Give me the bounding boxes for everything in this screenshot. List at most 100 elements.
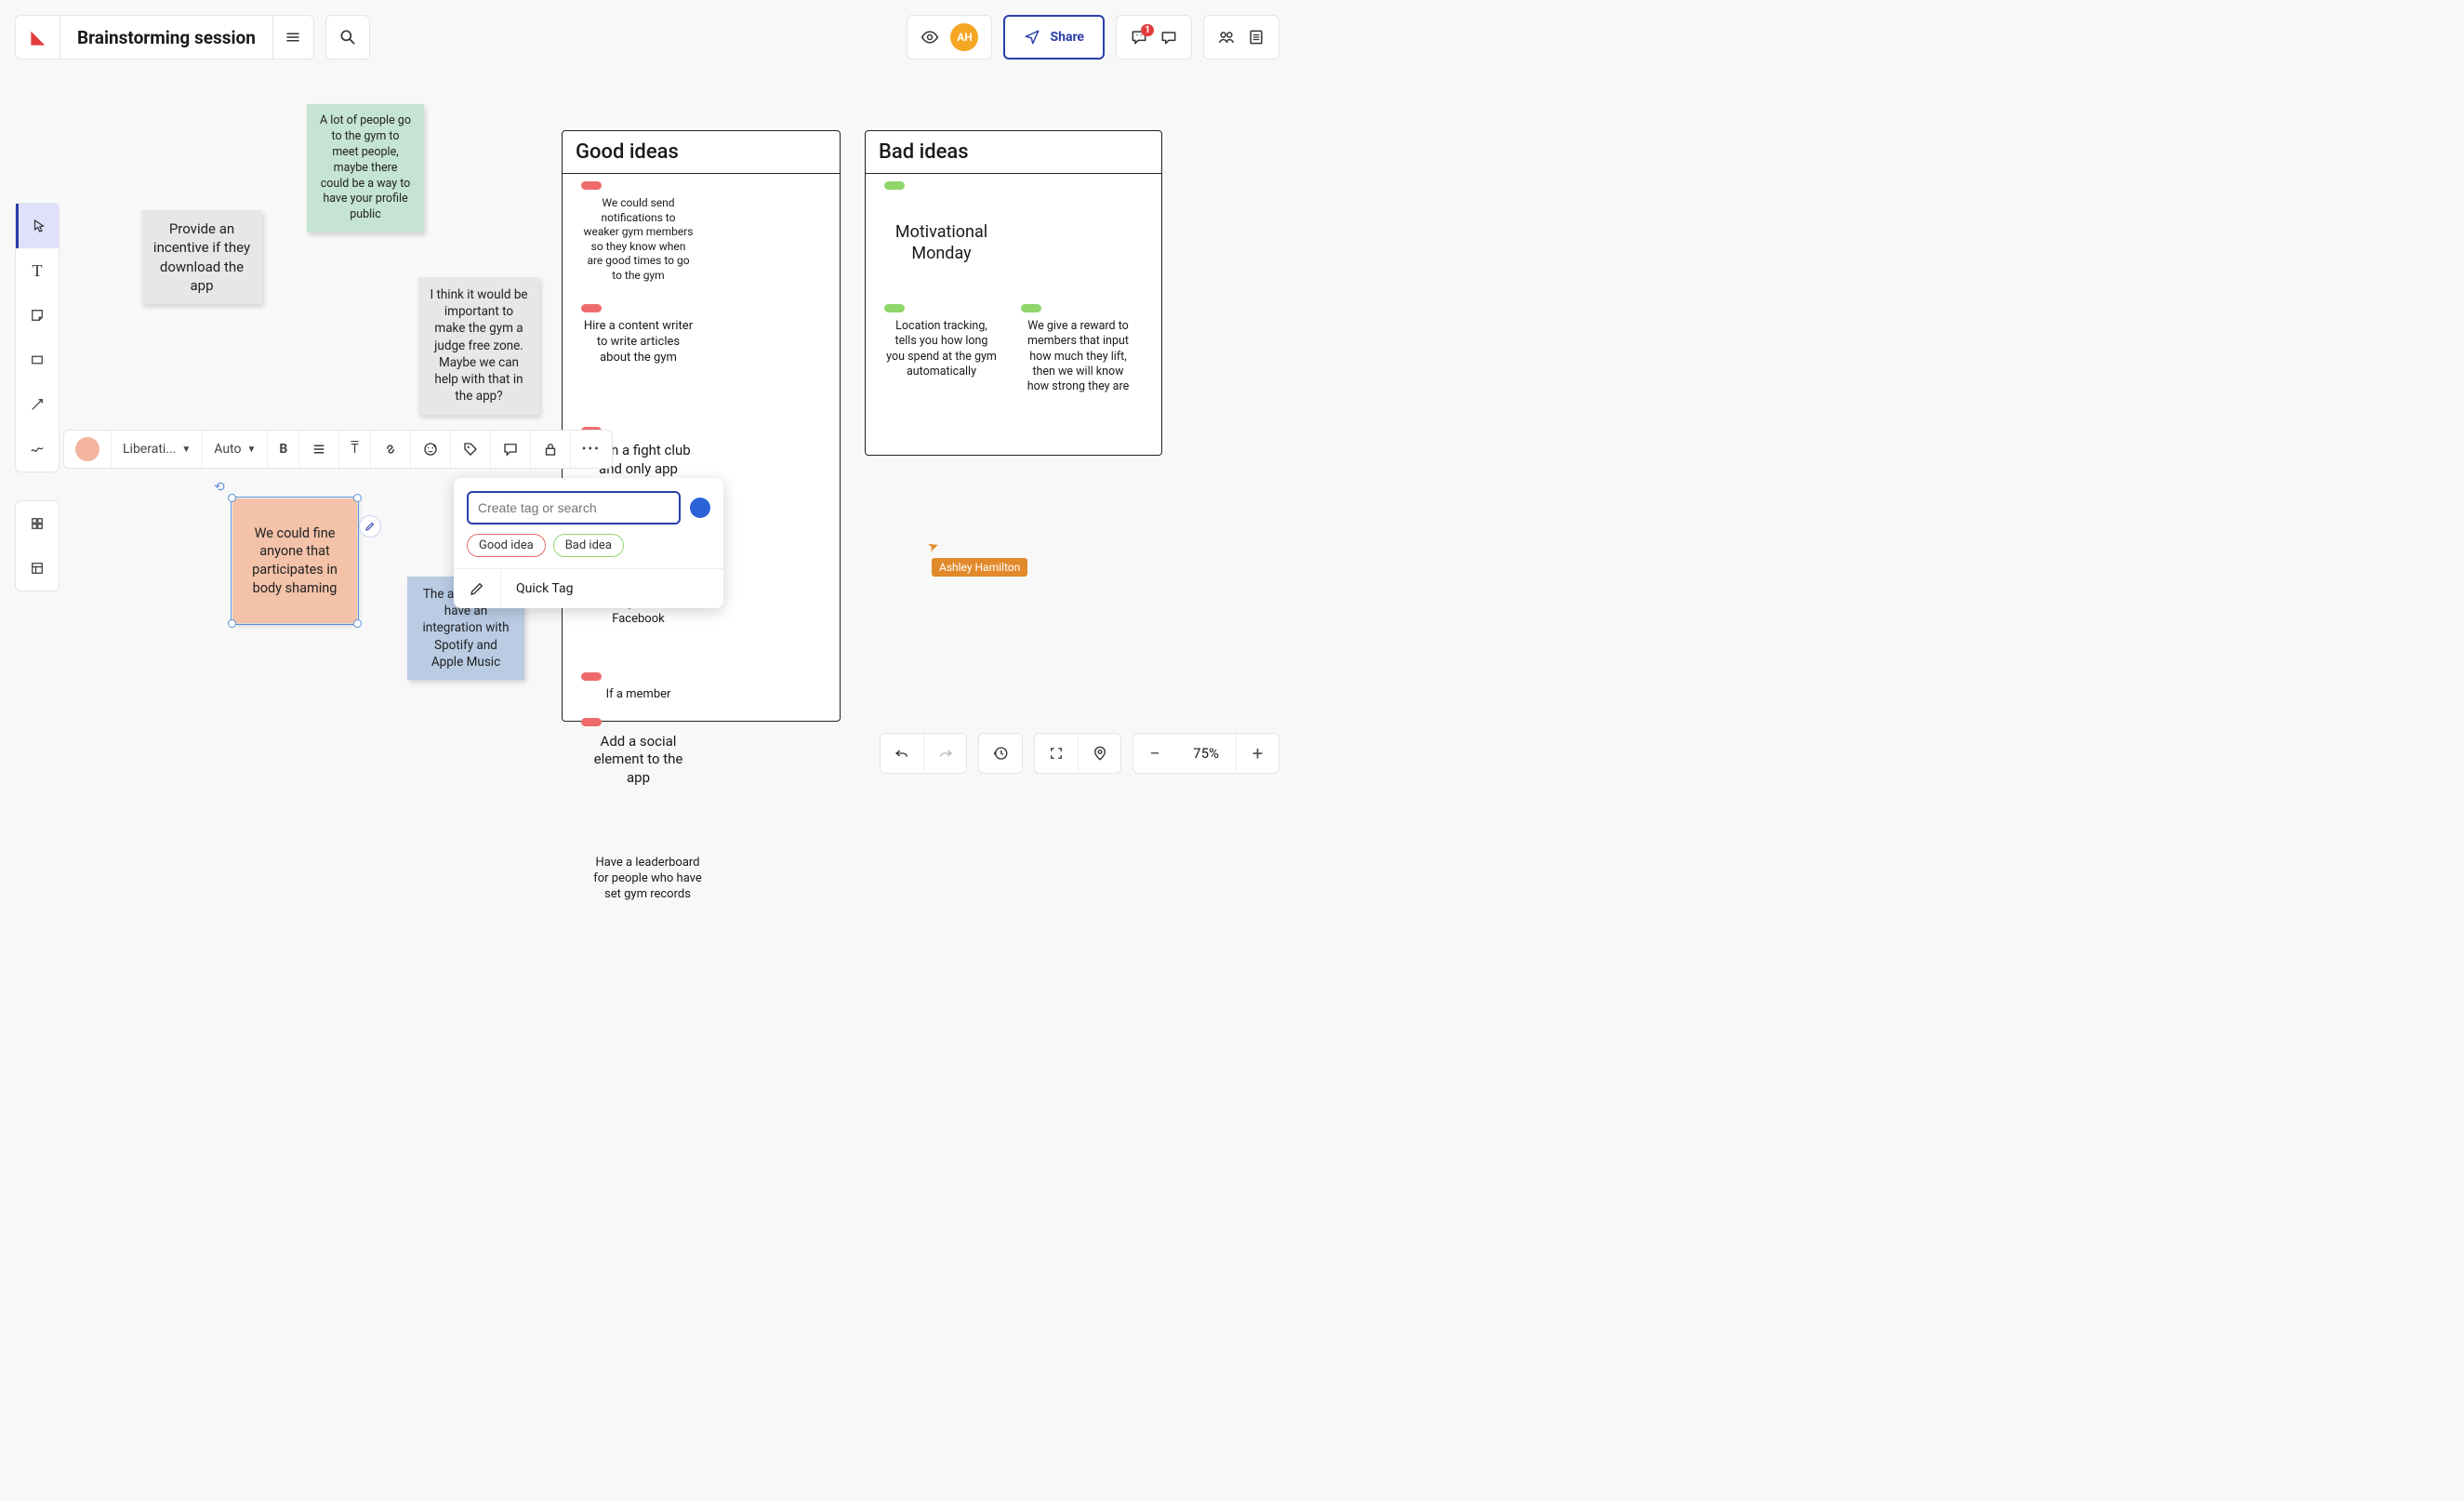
location-button[interactable]: [1078, 734, 1120, 773]
comments-button[interactable]: 1: [1130, 28, 1148, 46]
bottom-controls: − 75% +: [880, 733, 1279, 774]
column-bad-ideas[interactable]: Bad ideas Motivational Monday Location t…: [865, 130, 1162, 456]
column-title[interactable]: Good ideas: [563, 131, 840, 174]
location-pin-icon: [1092, 745, 1108, 762]
tag-chip-good-idea[interactable]: Good idea: [467, 534, 546, 557]
sticky-note[interactable]: We could send notifications to weaker gy…: [576, 187, 701, 299]
board-title[interactable]: Brainstorming session: [60, 27, 272, 48]
draw-tool[interactable]: [16, 427, 59, 472]
history-button[interactable]: [979, 734, 1022, 773]
bold-button[interactable]: B: [268, 431, 299, 468]
sticky-note[interactable]: Motivational Monday: [879, 187, 1004, 299]
size-select[interactable]: Auto▼: [203, 431, 268, 468]
board-menu-button[interactable]: [272, 16, 313, 59]
document-lines-icon[interactable]: [1247, 28, 1265, 46]
plus-icon: +: [1252, 742, 1263, 764]
layout-toolbar: [15, 500, 60, 591]
sticky-note[interactable]: Add a social element to the app: [576, 724, 701, 835]
grid-tool[interactable]: [16, 501, 59, 546]
text-tool[interactable]: T: [16, 248, 59, 293]
tag-pill: [884, 304, 905, 312]
comment-icon: [502, 441, 519, 458]
cursor-pointer-icon: ➤: [926, 538, 941, 555]
panels-box: [1203, 15, 1279, 60]
avatar[interactable]: AH: [950, 23, 978, 51]
tag-pill: [1021, 304, 1041, 312]
tool-toolbar: T: [15, 203, 60, 472]
select-tool[interactable]: [16, 204, 59, 248]
tag-chip-bad-idea[interactable]: Bad idea: [553, 534, 624, 557]
arrow-line-icon: [29, 396, 46, 413]
bold-icon: B: [279, 442, 287, 457]
tag-pill: [581, 672, 602, 681]
tag-pill: [581, 304, 602, 312]
text-style-button[interactable]: T: [339, 431, 370, 468]
lock-icon: [542, 441, 559, 458]
resize-handle-tr[interactable]: [353, 494, 362, 502]
selection-border: [231, 497, 359, 625]
chat-bubble-icon[interactable]: [1159, 28, 1178, 46]
link-icon: [382, 441, 399, 458]
line-tool[interactable]: [16, 382, 59, 427]
column-title[interactable]: Bad ideas: [866, 131, 1161, 174]
tag-pill: [581, 181, 602, 190]
quick-tag-button[interactable]: Quick Tag: [501, 570, 588, 607]
app-logo[interactable]: ◣: [16, 16, 60, 59]
sticky-note[interactable]: Provide an incentive if they download th…: [141, 210, 262, 304]
search-button[interactable]: [325, 15, 370, 60]
zoom-in-button[interactable]: +: [1236, 734, 1278, 773]
presence-box: AH: [907, 15, 992, 60]
resize-handle-bl[interactable]: [228, 619, 236, 628]
align-button[interactable]: [299, 431, 339, 468]
tag-button[interactable]: [451, 431, 491, 468]
resize-handle-tl[interactable]: [228, 494, 236, 502]
pencil-icon: [364, 521, 376, 532]
sticky-note[interactable]: A lot of people go to the gym to meet pe…: [307, 104, 424, 232]
redo-button[interactable]: [923, 734, 966, 773]
column-good-ideas[interactable]: Good ideas We could send notifications t…: [562, 130, 841, 722]
sticky-note[interactable]: We give a reward to members that input h…: [1015, 310, 1141, 421]
sticky-note[interactable]: If a member: [576, 678, 701, 712]
color-swatch[interactable]: [64, 431, 112, 468]
tag-pill: [581, 718, 602, 726]
selected-note[interactable]: ⟲ We could fine anyone that participates…: [232, 498, 357, 623]
emoji-button[interactable]: [411, 431, 451, 468]
expand-icon: [1048, 745, 1065, 762]
font-select[interactable]: Liberati...▼: [112, 431, 203, 468]
comment-badge: 1: [1141, 24, 1154, 36]
edit-tags-button[interactable]: [454, 569, 501, 608]
cursor-icon: [31, 218, 47, 234]
rotate-handle[interactable]: ⟲: [214, 480, 225, 495]
more-button[interactable]: •••: [571, 431, 612, 468]
history-icon: [992, 745, 1009, 762]
share-button[interactable]: Share: [1003, 15, 1105, 60]
zoom-value[interactable]: 75%: [1176, 745, 1236, 762]
comment-button[interactable]: [491, 431, 531, 468]
sticky-note[interactable]: Hire a content writer to write articles …: [576, 310, 701, 421]
tag-search-input[interactable]: [467, 491, 681, 525]
tag-pill: [884, 181, 905, 190]
hamburger-icon: [285, 29, 301, 46]
sticky-note-icon: [29, 307, 46, 324]
lock-button[interactable]: [531, 431, 571, 468]
tag-color-dot[interactable]: [690, 498, 710, 518]
shape-tool[interactable]: [16, 338, 59, 382]
sticky-note[interactable]: I think it would be important to make th…: [418, 277, 539, 415]
eye-icon[interactable]: [921, 28, 939, 46]
edit-badge[interactable]: [359, 515, 381, 538]
sticky-note[interactable]: Have a leaderboard for people who have s…: [585, 846, 710, 958]
zoom-out-button[interactable]: −: [1133, 734, 1176, 773]
chevron-down-icon: ▼: [181, 445, 191, 455]
link-button[interactable]: [371, 431, 411, 468]
people-icon[interactable]: [1217, 28, 1236, 46]
template-tool[interactable]: [16, 546, 59, 591]
resize-handle-br[interactable]: [353, 619, 362, 628]
paper-plane-icon: [1024, 29, 1040, 46]
sticky-note[interactable]: Location tracking, tells you how long yo…: [879, 310, 1004, 421]
undo-icon: [894, 745, 910, 762]
fullscreen-button[interactable]: [1035, 734, 1078, 773]
comments-box: 1: [1116, 15, 1192, 60]
sticky-note-tool[interactable]: [16, 293, 59, 338]
undo-button[interactable]: [881, 734, 923, 773]
share-label: Share: [1050, 30, 1084, 45]
